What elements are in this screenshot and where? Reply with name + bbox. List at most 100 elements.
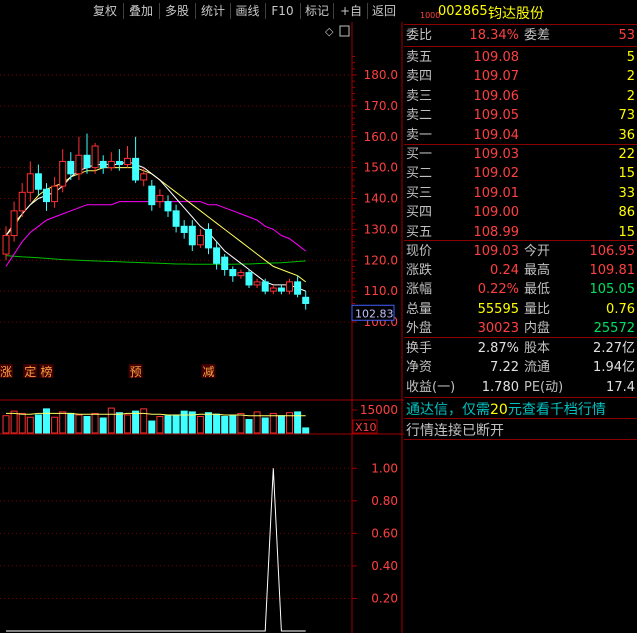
sell-volume: 73 bbox=[618, 108, 635, 124]
weicha-value: 53 bbox=[618, 28, 635, 43]
quote-row: 涨幅 0.22% 最低 105.05 bbox=[404, 280, 637, 299]
indicator-tick-label: 0.80 bbox=[371, 494, 398, 508]
stock-name: 钧达股份 bbox=[488, 6, 544, 22]
price-tick-label: 180.0 bbox=[364, 68, 398, 82]
candle-body bbox=[180, 225, 188, 233]
sell-order-row: 卖五 109.08 5 bbox=[404, 48, 637, 67]
buy-price: 108.99 bbox=[473, 224, 520, 240]
volume-bar bbox=[59, 411, 67, 434]
candle-body bbox=[59, 160, 67, 187]
promo-prefix: 通达信，仅需 bbox=[406, 402, 490, 418]
statistics-button[interactable]: 统计 bbox=[196, 2, 230, 20]
volume-bar bbox=[213, 413, 221, 434]
buy-level-label: 买一 bbox=[406, 147, 433, 162]
draw-line-button[interactable]: 画线 bbox=[231, 2, 264, 20]
promo-suffix: 元查看千档行情 bbox=[507, 402, 606, 418]
buy-order-row: 买三 109.01 33 bbox=[404, 184, 637, 203]
add-favorite-button[interactable]: +自选 bbox=[334, 2, 368, 36]
quote-value: 25572 bbox=[593, 320, 635, 336]
candle-body bbox=[2, 235, 10, 255]
candle-body bbox=[83, 154, 91, 169]
back-button[interactable]: 返回 bbox=[368, 2, 400, 20]
quote-row: 外盘 30023 内盘 25572 bbox=[404, 319, 637, 338]
candle-body bbox=[107, 160, 115, 169]
candle-body bbox=[99, 160, 107, 169]
candle-body bbox=[43, 188, 50, 203]
volume-bar bbox=[302, 427, 310, 434]
volume-bar bbox=[294, 411, 302, 434]
candle-body bbox=[277, 287, 285, 292]
multi-stock-button[interactable]: 多股 bbox=[160, 2, 194, 20]
sell-volume: 36 bbox=[618, 127, 635, 143]
indicator-tick-label: 0.60 bbox=[371, 526, 398, 540]
f10-button[interactable]: F10 bbox=[266, 2, 299, 20]
volume-bar bbox=[10, 410, 18, 434]
weibi-value: 18.34% bbox=[469, 28, 519, 43]
candle-body bbox=[253, 281, 261, 286]
overlay-button[interactable]: 叠加 bbox=[124, 2, 158, 20]
quote-label: 现价 bbox=[406, 244, 433, 259]
candle-body bbox=[148, 185, 156, 206]
price-tick-label: 170.0 bbox=[364, 99, 398, 113]
candle-body bbox=[229, 269, 237, 277]
quote-value: 106.95 bbox=[589, 244, 636, 259]
candle-body bbox=[261, 281, 269, 292]
fundamental-row: 换手 2.87% 股本 2.27亿 bbox=[404, 339, 637, 358]
volume-bar bbox=[91, 412, 99, 434]
fundamental-value: 7.22 bbox=[490, 360, 519, 376]
volume-bar bbox=[34, 414, 42, 434]
quote-label: 最高 bbox=[524, 263, 551, 279]
event-marker: 预 bbox=[130, 365, 142, 379]
volume-bar bbox=[67, 412, 75, 434]
diamond-icon[interactable]: ◇ bbox=[325, 25, 334, 38]
candle-body bbox=[269, 287, 277, 292]
volume-bar bbox=[156, 415, 164, 434]
chart-area[interactable]: 180.0 170.0 160.0 150.0 140.0 130.0 120.0 110.0… bbox=[0, 22, 404, 633]
candle-body bbox=[205, 228, 212, 249]
volume-bar bbox=[261, 417, 269, 434]
sell-level-label: 卖五 bbox=[406, 50, 433, 65]
restore-rights-button[interactable]: 复权 bbox=[88, 2, 122, 20]
weibi-row: 委比 18.34% 委差 53 bbox=[404, 26, 637, 45]
quote-label: 总量 bbox=[406, 301, 433, 317]
price-tick-label: 150.0 bbox=[364, 161, 398, 175]
candle-body bbox=[67, 160, 75, 175]
promo-message[interactable]: 通达信，仅需20元查看千档行情 bbox=[406, 399, 606, 419]
event-marker: 减 bbox=[203, 365, 215, 379]
candle-body bbox=[221, 256, 229, 271]
indicator-tick-label: 0.20 bbox=[371, 591, 398, 605]
sell-price: 109.08 bbox=[473, 50, 520, 65]
mark-button[interactable]: 标记 bbox=[301, 2, 333, 20]
price-tick-label: 120.0 bbox=[364, 253, 398, 267]
quote-value: 109.03 bbox=[473, 244, 520, 259]
buy-order-row: 买一 109.03 22 bbox=[404, 145, 637, 164]
sell-volume: 5 bbox=[626, 50, 635, 65]
buy-volume: 15 bbox=[618, 224, 635, 240]
buy-level-label: 买五 bbox=[406, 224, 433, 240]
fundamental-label: 净资 bbox=[406, 360, 433, 376]
panel-divider bbox=[404, 240, 637, 241]
volume-bar bbox=[180, 410, 188, 434]
price-tick-label: 140.0 bbox=[364, 192, 398, 206]
volume-bar bbox=[115, 412, 123, 434]
quote-label: 涨跌 bbox=[406, 263, 433, 279]
volume-bar bbox=[26, 416, 34, 434]
sell-level-label: 卖三 bbox=[406, 88, 433, 104]
toolbar-separator bbox=[265, 3, 266, 19]
volume-bar bbox=[83, 415, 91, 434]
fundamental-value: 2.27亿 bbox=[593, 341, 635, 356]
candle-body bbox=[34, 173, 42, 190]
candle-body bbox=[115, 160, 123, 166]
sell-volume: 2 bbox=[626, 69, 635, 85]
volume-tick-label: 15000 bbox=[360, 403, 398, 417]
candle-body bbox=[26, 173, 34, 193]
sell-volume: 2 bbox=[626, 88, 635, 104]
quote-value: 0.22% bbox=[477, 282, 519, 298]
buy-volume: 33 bbox=[618, 185, 635, 201]
panel-divider bbox=[404, 24, 637, 25]
sell-price: 109.06 bbox=[473, 88, 520, 104]
toolbar-separator bbox=[333, 3, 334, 19]
price-tick-label: 110.0 bbox=[364, 284, 398, 298]
connection-status: 行情连接已断开 bbox=[406, 423, 504, 439]
fundamental-value: 17.4 bbox=[606, 379, 635, 395]
